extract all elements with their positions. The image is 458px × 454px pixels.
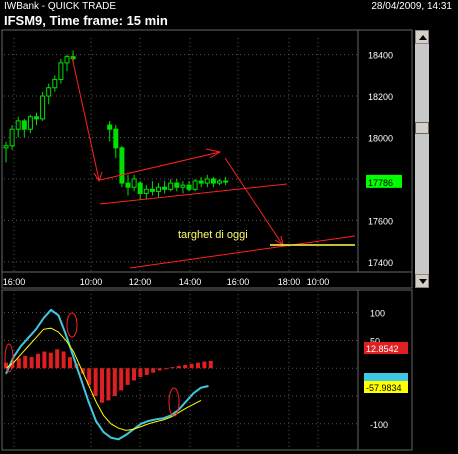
- histogram-bar: [183, 364, 188, 369]
- chart-canvas: 184001820018000178001760017400 16:0010:0…: [1, 29, 413, 451]
- histogram-bar: [42, 351, 47, 369]
- candle-body: [27, 116, 33, 130]
- signal-value-label: -57.9834: [366, 383, 402, 393]
- time-tick-label: 18:00: [278, 277, 301, 287]
- candle-body: [58, 62, 64, 80]
- histogram-bar: [189, 363, 194, 369]
- price-panel: [1, 29, 413, 289]
- histogram-bar: [125, 368, 130, 385]
- price-tick-label: 18200: [368, 92, 393, 102]
- histogram-bar: [157, 368, 162, 371]
- candle-body: [125, 182, 131, 188]
- candle-body: [119, 147, 125, 184]
- indicator-tick-label: 100: [370, 309, 385, 319]
- histogram-bar: [119, 368, 124, 391]
- candle-body: [217, 180, 222, 184]
- candle-body: [64, 56, 70, 64]
- histogram-bar: [100, 368, 104, 403]
- time-tick-label: 10:00: [307, 277, 330, 287]
- candle-body: [143, 188, 149, 194]
- candle-body: [223, 180, 229, 183]
- candle-body: [198, 180, 204, 184]
- histogram-bar: [106, 368, 111, 401]
- macd-value-badge: [364, 373, 408, 381]
- histogram-bar: [196, 362, 200, 369]
- histogram-bar: [112, 368, 117, 396]
- histogram-bar: [36, 353, 40, 369]
- candle-body: [137, 182, 143, 194]
- histogram-bar: [93, 368, 98, 396]
- candle-body: [40, 95, 46, 120]
- histogram-bar: [29, 357, 34, 369]
- time-tick-label: 14:00: [179, 277, 202, 287]
- histogram-bar: [132, 368, 136, 381]
- candle-body: [52, 78, 58, 89]
- candle-body: [180, 184, 186, 188]
- candle-body: [3, 145, 9, 149]
- histogram-bar: [144, 368, 149, 375]
- candle-body: [15, 120, 21, 130]
- time-tick-label: 16:00: [227, 277, 250, 287]
- candle-body: [174, 182, 180, 188]
- current-price-label: 17786: [368, 178, 393, 188]
- candle-body: [9, 128, 15, 147]
- candle-body: [186, 184, 192, 190]
- time-tick-label: 16:00: [3, 277, 26, 287]
- candle-body: [168, 182, 174, 190]
- histogram-bar: [16, 358, 21, 369]
- candle-body: [131, 178, 137, 188]
- price-tick-label: 18400: [368, 51, 393, 61]
- histogram-bar: [170, 367, 175, 369]
- histogram-bar: [208, 361, 213, 369]
- histogram-bar: [68, 357, 72, 369]
- candle-body: [113, 128, 119, 149]
- candle-body: [162, 186, 168, 190]
- candle-body: [204, 178, 210, 184]
- histogram-value-label: 12.8542: [366, 344, 399, 354]
- scroll-down-button[interactable]: [415, 274, 429, 288]
- histogram-bar: [164, 368, 168, 370]
- indicator-tick-label: -100: [370, 420, 388, 430]
- histogram-bar: [23, 356, 28, 369]
- candle-body: [210, 178, 216, 184]
- chevron-down-icon: [419, 279, 427, 284]
- vertical-scrollbar[interactable]: [415, 30, 429, 288]
- time-tick-label: 12:00: [129, 277, 152, 287]
- candle-body: [21, 120, 27, 130]
- candle-body: [192, 180, 198, 190]
- chevron-up-icon: [419, 35, 427, 40]
- price-tick-label: 17400: [368, 258, 393, 268]
- candle-body: [34, 116, 39, 120]
- scroll-up-button[interactable]: [415, 30, 429, 44]
- histogram-bar: [202, 361, 207, 369]
- histogram-bar: [176, 366, 181, 369]
- time-tick-label: 10:00: [80, 277, 103, 287]
- histogram-bar: [48, 352, 53, 369]
- histogram-bar: [138, 368, 143, 378]
- histogram-bar: [151, 368, 156, 373]
- candle-body: [156, 186, 161, 192]
- candle-body: [46, 87, 52, 97]
- price-tick-label: 17600: [368, 216, 393, 226]
- target-annotation: targhet di oggi: [178, 229, 248, 241]
- candle-body: [149, 188, 155, 192]
- candle-body: [107, 124, 113, 130]
- histogram-bar: [55, 349, 60, 369]
- price-tick-label: 18000: [368, 133, 393, 143]
- scroll-thumb[interactable]: [415, 122, 429, 134]
- indicator-panel: [1, 289, 413, 451]
- histogram-bar: [61, 351, 66, 369]
